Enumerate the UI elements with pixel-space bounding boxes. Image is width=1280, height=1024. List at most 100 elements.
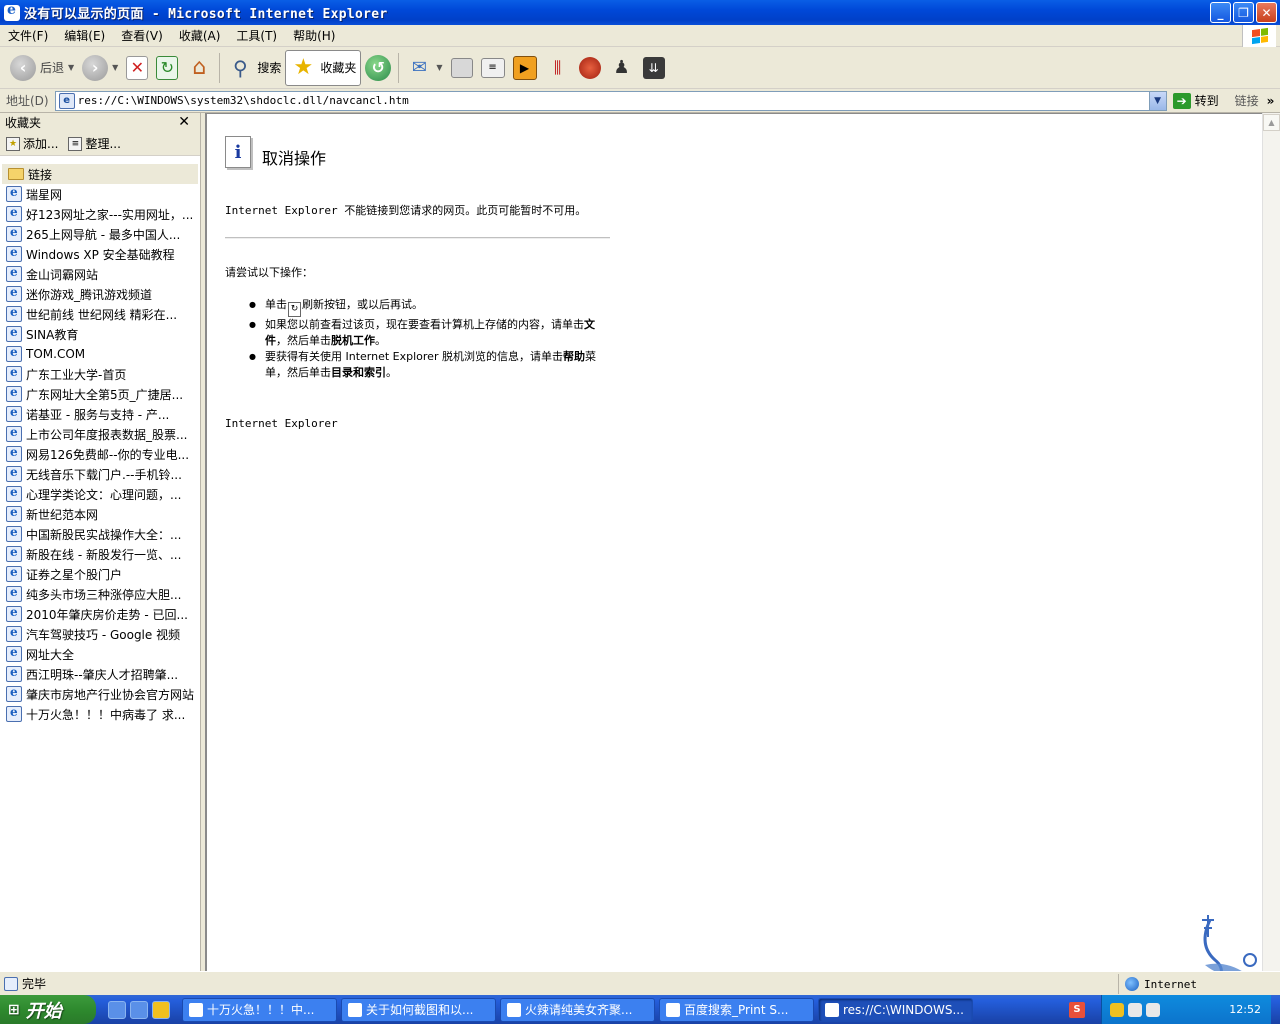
step-help: 要获得有关使用 Internet Explorer 脱机浏览的信息，请单击帮助菜… <box>245 349 615 381</box>
favorite-label: 西江明珠--肇庆人才招聘肇... <box>26 667 179 682</box>
ie-page-icon <box>6 425 22 442</box>
title-bar[interactable]: 没有可以显示的页面 - Microsoft Internet Explorer … <box>0 0 1280 25</box>
step-refresh: 单击↻刷新按钮，或以后再试。 <box>245 297 615 317</box>
address-dropdown-icon[interactable]: ▼ <box>1148 91 1166 110</box>
mail-button[interactable]: ✉ ▼ <box>402 50 446 86</box>
organize-favorites-button[interactable]: ≡ 整理... <box>68 135 121 152</box>
qq-tray-icon[interactable] <box>1110 1002 1124 1017</box>
favorite-item[interactable]: 广东网址大全第5页_广捷居... <box>0 384 198 404</box>
favorite-item[interactable]: SINA教育 <box>0 324 198 344</box>
task-ie-icon <box>507 1002 521 1017</box>
favorite-item[interactable]: 中国新股民实战操作大全：... <box>0 524 198 544</box>
taskbar-task[interactable]: 火辣请纯美女齐聚... <box>500 997 655 1022</box>
menu-favorites[interactable]: 收藏(A) <box>171 27 229 44</box>
archive-button[interactable]: ⇊ <box>639 50 669 86</box>
menu-view[interactable]: 查看(V) <box>113 27 171 44</box>
steps-list: 单击↻刷新按钮，或以后再试。 如果您以前查看过该页，现在要查看计算机上存储的内容… <box>245 297 615 381</box>
back-arrow-icon: ‹ <box>10 54 36 81</box>
favorite-item[interactable]: 无线音乐下载门户.--手机铃... <box>0 464 198 484</box>
volume-tray-icon[interactable] <box>1146 1002 1160 1017</box>
favorite-item[interactable]: 心理学类论文：心理问题，... <box>0 484 198 504</box>
research-button[interactable]: ♟ <box>605 50 639 86</box>
desktop-icon[interactable] <box>108 1000 126 1019</box>
favorite-item[interactable]: 265上网导航 - 最多中国人... <box>0 224 198 244</box>
vertical-scrollbar[interactable]: ▲ <box>1262 113 1280 971</box>
clock[interactable]: 12:52 <box>1229 1003 1261 1016</box>
print-button[interactable] <box>447 50 477 86</box>
edit-button[interactable]: ≡ <box>477 50 509 86</box>
security-zone[interactable]: Internet <box>1118 974 1278 994</box>
ie-quicklaunch-icon[interactable] <box>130 1000 148 1019</box>
favorites-pane: 收藏夹 ✕ ★ 添加... ≡ 整理... 链接 瑞星网好123网址之家---实… <box>0 113 201 971</box>
favorite-item[interactable]: 世纪前线 世纪网线 精彩在... <box>0 304 198 324</box>
favorite-item[interactable]: 网易126免费邮--你的专业电... <box>0 444 198 464</box>
favorite-item[interactable]: 证券之星个股门户 <box>0 564 198 584</box>
menu-help[interactable]: 帮助(H) <box>285 27 343 44</box>
messenger-button[interactable] <box>575 50 605 86</box>
menu-tools[interactable]: 工具(T) <box>228 27 285 44</box>
scroll-up-icon[interactable]: ▲ <box>1263 114 1280 131</box>
forward-button[interactable]: › ▼ <box>78 50 122 86</box>
research-icon: ♟ <box>613 57 630 78</box>
back-dropdown-icon[interactable]: ▼ <box>68 63 74 72</box>
ie-app-icon[interactable] <box>4 2 20 21</box>
address-input[interactable]: e res://C:\WINDOWS\system32\shdoclc.dll/… <box>54 90 1167 111</box>
address-url[interactable]: res://C:\WINDOWS\system32\shdoclc.dll/na… <box>78 94 409 107</box>
ie-page-icon <box>6 705 22 722</box>
favorite-item[interactable]: 肇庆市房地产行业协会官方网站 <box>0 684 198 704</box>
start-button[interactable]: ⊞ 开始 <box>0 995 96 1024</box>
favorite-item[interactable]: 纯多头市场三种涨停应大胆... <box>0 584 198 604</box>
favorite-item[interactable]: 瑞星网 <box>0 184 198 204</box>
folder-icon <box>8 168 24 180</box>
taskbar-task[interactable]: 百度搜索_Print S... <box>659 997 814 1022</box>
favorite-item[interactable]: 迷你游戏_腾讯游戏频道 <box>0 284 198 304</box>
links-chevron-icon[interactable]: » <box>1267 94 1275 108</box>
refresh-icon[interactable]: ↻ <box>288 302 301 317</box>
forward-dropdown-icon[interactable]: ▼ <box>112 63 118 72</box>
mail-dropdown-icon[interactable]: ▼ <box>436 63 442 72</box>
favorite-item[interactable]: 西江明珠--肇庆人才招聘肇... <box>0 664 198 684</box>
stop-button[interactable]: ✕ <box>122 50 152 86</box>
qq-icon[interactable] <box>152 1000 170 1019</box>
favorite-item[interactable]: TOM.COM <box>0 344 198 364</box>
favorite-item[interactable]: 上市公司年度报表数据_股票... <box>0 424 198 444</box>
favorite-item[interactable]: 网址大全 <box>0 644 198 664</box>
back-button[interactable]: ‹ 后退 ▼ <box>6 50 78 86</box>
favorite-item[interactable]: 新世纪范本网 <box>0 504 198 524</box>
stock-button[interactable]: ⫼ <box>541 50 575 86</box>
favorite-item[interactable]: 新股在线 - 新股发行一览、... <box>0 544 198 564</box>
favorites-button[interactable]: ★ 收藏夹 <box>285 49 362 86</box>
start-label: 开始 <box>25 1000 62 1022</box>
favorite-item[interactable]: 好123网址之家---实用网址，... <box>0 204 198 224</box>
taskbar-task-active[interactable]: res://C:\WINDOWS... <box>818 997 973 1022</box>
close-button[interactable]: ✕ <box>1256 2 1277 23</box>
go-button[interactable]: ➔ 转到 <box>1172 92 1219 109</box>
taskbar-task[interactable]: 十万火急！！！中... <box>182 997 337 1022</box>
favorite-item[interactable]: 金山词霸网站 <box>0 264 198 284</box>
favorite-item[interactable]: 汽车驾驶技巧 - Google 视频 <box>0 624 198 644</box>
favorite-label: 广东工业大学-首页 <box>26 367 127 382</box>
menu-edit[interactable]: 编辑(E) <box>56 27 113 44</box>
minimize-button[interactable]: _ <box>1210 2 1231 23</box>
media-button[interactable]: ▶ <box>509 50 541 86</box>
favorite-item[interactable]: 2010年肇庆房价走势 - 已回... <box>0 604 198 624</box>
favorite-item[interactable]: 十万火急！！！中病毒了 求... <box>0 704 198 724</box>
favorite-label: 十万火急！！！中病毒了 求... <box>26 707 186 722</box>
favorite-item[interactable]: 诺基亚 - 服务与支持 - 产... <box>0 404 198 424</box>
search-button[interactable]: ⚲ 搜索 <box>223 50 285 86</box>
home-button[interactable]: ⌂ <box>182 50 216 86</box>
maximize-button[interactable]: ❐ <box>1233 2 1254 23</box>
history-button[interactable]: ↺ <box>361 50 395 86</box>
favorites-folder-links[interactable]: 链接 <box>2 164 198 184</box>
page-title: 取消操作 <box>262 149 327 168</box>
favorites-close-icon[interactable]: ✕ <box>178 114 190 130</box>
favorite-item[interactable]: Windows XP 安全基础教程 <box>0 244 198 264</box>
add-favorite-button[interactable]: ★ 添加... <box>6 135 58 152</box>
links-toolbar[interactable]: 链接 <box>1235 92 1259 109</box>
menu-file[interactable]: 文件(F) <box>0 27 56 44</box>
ime-icon[interactable]: S <box>1069 1001 1085 1018</box>
taskbar-task[interactable]: 关于如何截图和以... <box>341 997 496 1022</box>
favorite-item[interactable]: 广东工业大学-首页 <box>0 364 198 384</box>
refresh-button[interactable]: ↻ <box>152 50 182 86</box>
network-tray-icon[interactable] <box>1128 1002 1142 1017</box>
